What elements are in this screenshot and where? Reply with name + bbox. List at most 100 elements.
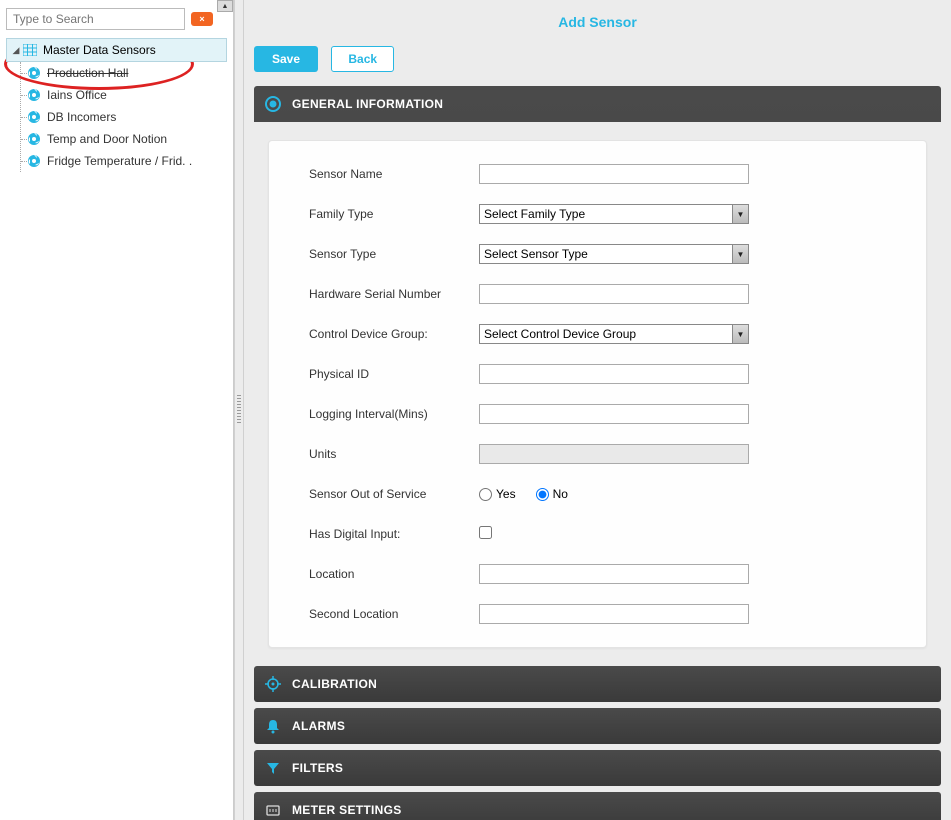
app-container: × ◢ Master Data Sensors Production Hall bbox=[0, 0, 951, 820]
meter-icon bbox=[264, 801, 282, 819]
panel-header-general[interactable]: GENERAL INFORMATION bbox=[254, 86, 941, 122]
tree-root-label: Master Data Sensors bbox=[43, 43, 156, 57]
label-sensor-type: Sensor Type bbox=[309, 247, 479, 261]
panel-title-meter-settings: METER SETTINGS bbox=[292, 803, 402, 817]
panel-title-general: GENERAL INFORMATION bbox=[292, 97, 443, 111]
page-title: Add Sensor bbox=[254, 0, 941, 46]
label-physical-id: Physical ID bbox=[309, 367, 479, 381]
tree-item-label: DB Incomers bbox=[47, 110, 116, 124]
sensor-icon bbox=[27, 110, 41, 124]
panel-title-alarms: ALARMS bbox=[292, 719, 345, 733]
label-sensor-name: Sensor Name bbox=[309, 167, 479, 181]
chevron-down-icon bbox=[732, 245, 748, 263]
input-logging-interval[interactable] bbox=[479, 404, 749, 424]
row-location: Location bbox=[309, 563, 896, 585]
label-location: Location bbox=[309, 567, 479, 581]
input-hardware-serial[interactable] bbox=[479, 284, 749, 304]
form-card: Sensor Name Family Type Select Family Ty… bbox=[268, 140, 927, 648]
collapse-icon[interactable]: ◢ bbox=[11, 45, 21, 56]
tree-item-production-hall[interactable]: Production Hall bbox=[27, 62, 227, 84]
tree-item-iains-office[interactable]: Iains Office bbox=[27, 84, 227, 106]
sidebar-scroll-up-button[interactable] bbox=[217, 0, 233, 12]
filter-icon bbox=[264, 759, 282, 777]
row-second-location: Second Location bbox=[309, 603, 896, 625]
input-location[interactable] bbox=[479, 564, 749, 584]
label-has-digital-input: Has Digital Input: bbox=[309, 527, 479, 541]
panel-filters: FILTERS bbox=[254, 750, 941, 786]
chevron-down-icon bbox=[732, 325, 748, 343]
row-out-of-service: Sensor Out of Service Yes No bbox=[309, 483, 896, 505]
row-hardware-serial: Hardware Serial Number bbox=[309, 283, 896, 305]
select-control-device-group[interactable]: Select Control Device Group bbox=[479, 324, 749, 344]
radio-active-icon bbox=[264, 95, 282, 113]
input-second-location[interactable] bbox=[479, 604, 749, 624]
tree-item-label: Production Hall bbox=[47, 66, 128, 80]
tree-root-master-data-sensors[interactable]: ◢ Master Data Sensors bbox=[6, 38, 227, 62]
bell-icon bbox=[264, 717, 282, 735]
row-logging-interval: Logging Interval(Mins) bbox=[309, 403, 896, 425]
panel-header-meter-settings[interactable]: METER SETTINGS bbox=[254, 792, 941, 820]
tree-item-label: Temp and Door Notion bbox=[47, 132, 167, 146]
label-out-of-service: Sensor Out of Service bbox=[309, 487, 479, 501]
radio-label-yes: Yes bbox=[496, 487, 516, 501]
main-content: Add Sensor Save Back GENERAL INFORMATION… bbox=[244, 0, 951, 820]
row-control-device-group: Control Device Group: Select Control Dev… bbox=[309, 323, 896, 345]
grid-icon bbox=[23, 44, 37, 56]
select-sensor-type[interactable]: Select Sensor Type bbox=[479, 244, 749, 264]
label-hardware-serial: Hardware Serial Number bbox=[309, 287, 479, 301]
chevron-down-icon bbox=[732, 205, 748, 223]
panel-meter-settings: METER SETTINGS bbox=[254, 792, 941, 820]
tree-item-label: Fridge Temperature / Frid. . bbox=[47, 154, 192, 168]
search-input[interactable] bbox=[6, 8, 185, 30]
sensor-icon bbox=[27, 154, 41, 168]
panel-header-alarms[interactable]: ALARMS bbox=[254, 708, 941, 744]
label-control-device-group: Control Device Group: bbox=[309, 327, 479, 341]
panel-title-calibration: CALIBRATION bbox=[292, 677, 377, 691]
save-button[interactable]: Save bbox=[254, 46, 318, 72]
select-control-device-group-value: Select Control Device Group bbox=[484, 327, 636, 341]
radio-out-of-service-yes[interactable] bbox=[479, 488, 492, 501]
tree-item-fridge-temperature[interactable]: Fridge Temperature / Frid. . bbox=[27, 150, 227, 172]
tree-item-label: Iains Office bbox=[47, 88, 107, 102]
tree-item-temp-and-door-notion[interactable]: Temp and Door Notion bbox=[27, 128, 227, 150]
back-button[interactable]: Back bbox=[331, 46, 394, 72]
label-second-location: Second Location bbox=[309, 607, 479, 621]
row-physical-id: Physical ID bbox=[309, 363, 896, 385]
row-family-type: Family Type Select Family Type bbox=[309, 203, 896, 225]
row-sensor-type: Sensor Type Select Sensor Type bbox=[309, 243, 896, 265]
row-has-digital-input: Has Digital Input: bbox=[309, 523, 896, 545]
row-sensor-name: Sensor Name bbox=[309, 163, 896, 185]
label-logging-interval: Logging Interval(Mins) bbox=[309, 407, 479, 421]
panel-general-information: GENERAL INFORMATION Sensor Name Family T… bbox=[254, 86, 941, 660]
splitter-handle[interactable] bbox=[234, 0, 244, 820]
panel-header-filters[interactable]: FILTERS bbox=[254, 750, 941, 786]
panel-body-general: Sensor Name Family Type Select Family Ty… bbox=[254, 122, 941, 660]
clear-search-button[interactable]: × bbox=[191, 12, 213, 26]
label-family-type: Family Type bbox=[309, 207, 479, 221]
input-physical-id[interactable] bbox=[479, 364, 749, 384]
sidebar: × ◢ Master Data Sensors Production Hall bbox=[0, 0, 234, 820]
panel-header-calibration[interactable]: CALIBRATION bbox=[254, 666, 941, 702]
action-row: Save Back bbox=[254, 46, 941, 72]
label-units: Units bbox=[309, 447, 479, 461]
sensor-icon bbox=[27, 88, 41, 102]
select-sensor-type-value: Select Sensor Type bbox=[484, 247, 588, 261]
sensor-icon bbox=[27, 66, 41, 80]
panel-alarms: ALARMS bbox=[254, 708, 941, 744]
sensor-icon bbox=[27, 132, 41, 146]
tree-item-db-incomers[interactable]: DB Incomers bbox=[27, 106, 227, 128]
radio-label-no: No bbox=[553, 487, 568, 501]
search-row: × bbox=[6, 8, 227, 30]
select-family-type-value: Select Family Type bbox=[484, 207, 585, 221]
radio-out-of-service-no[interactable] bbox=[536, 488, 549, 501]
panel-calibration: CALIBRATION bbox=[254, 666, 941, 702]
row-units: Units bbox=[309, 443, 896, 465]
input-sensor-name[interactable] bbox=[479, 164, 749, 184]
panel-title-filters: FILTERS bbox=[292, 761, 343, 775]
input-units bbox=[479, 444, 749, 464]
select-family-type[interactable]: Select Family Type bbox=[479, 204, 749, 224]
target-icon bbox=[264, 675, 282, 693]
tree-view: ◢ Master Data Sensors Production Hall Ia… bbox=[6, 38, 227, 172]
checkbox-has-digital-input[interactable] bbox=[479, 526, 492, 539]
tree-children: Production Hall Iains Office DB Incomers… bbox=[20, 62, 227, 172]
